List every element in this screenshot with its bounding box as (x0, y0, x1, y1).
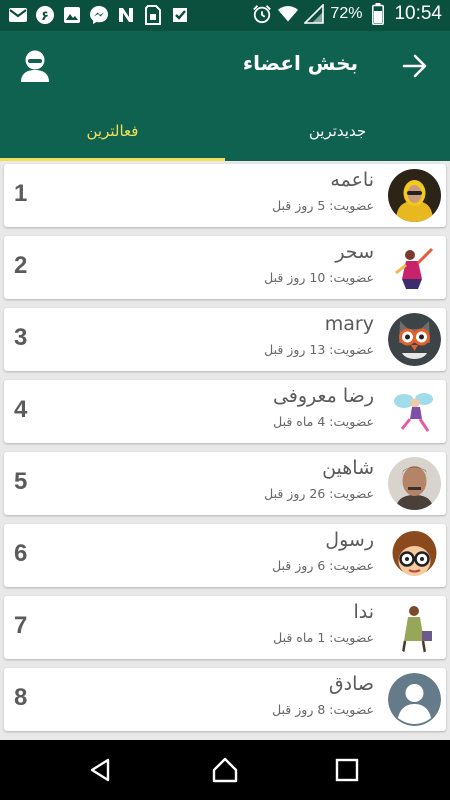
back-arrow-icon[interactable] (400, 51, 430, 81)
membership-duration: عضویت: 26 روز قبل (264, 486, 374, 501)
page-title: بخش اعضاء (242, 51, 358, 75)
rank-number: 5 (14, 468, 28, 495)
membership-duration: عضویت: 8 روز قبل (272, 702, 374, 717)
profile-icon[interactable] (18, 48, 52, 84)
battery-icon (368, 3, 388, 25)
rank-number: 8 (14, 684, 28, 711)
avatar (388, 457, 441, 510)
list-item[interactable]: 2 سحر عضویت: 10 روز قبل (4, 236, 446, 299)
list-item[interactable]: 7 ندا عضویت: 1 ماه قبل (4, 596, 446, 659)
member-name: سحر (335, 241, 374, 263)
list-item[interactable]: 4 رضا معروفی عضویت: 4 ماه قبل (4, 380, 446, 443)
membership-duration: عضویت: 6 روز قبل (272, 558, 374, 573)
sim-icon (143, 5, 163, 25)
default-user-icon (388, 673, 441, 726)
tab-newest[interactable]: جدیدترین (225, 101, 450, 161)
list-item[interactable]: 5 شاهین عضویت: 26 روز قبل (4, 452, 446, 515)
nav-recents-icon[interactable] (333, 756, 361, 784)
rank-number: 6 (14, 540, 28, 567)
member-list[interactable]: 1 ناعمه عضویت: 5 روز قبل 2 سحر عضویت: 10… (0, 161, 450, 740)
system-status: 72% 10:54 (252, 3, 442, 25)
news-icon (116, 5, 136, 25)
list-item[interactable]: 6 رسول عضویت: 6 روز قبل (4, 524, 446, 587)
app-bar: بخش اعضاء (0, 31, 450, 101)
rank-number: 3 (14, 324, 28, 351)
messenger-icon (89, 5, 109, 25)
avatar (388, 529, 441, 582)
alarm-icon (252, 4, 272, 24)
wifi-icon (278, 4, 299, 24)
app-6-icon: ۶ (35, 5, 55, 25)
rank-number: 7 (14, 612, 28, 639)
avatar (388, 169, 441, 222)
status-bar: ۶ 72% 10:54 (0, 0, 450, 31)
svg-text:۶: ۶ (41, 9, 49, 24)
rank-number: 4 (14, 396, 28, 423)
membership-duration: عضویت: 1 ماه قبل (273, 630, 374, 645)
list-item[interactable]: 8 صادق عضویت: 8 روز قبل (4, 668, 446, 731)
signal-icon (304, 4, 325, 24)
membership-duration: عضویت: 5 روز قبل (272, 198, 374, 213)
tab-bar: فعالترین جدیدترین (0, 101, 450, 161)
tab-most-active[interactable]: فعالترین (0, 101, 225, 161)
member-name: رسول (325, 529, 374, 551)
gmail-icon (8, 5, 28, 25)
member-name: صادق (328, 673, 374, 695)
battery-percent: 72% (330, 5, 363, 22)
list-item[interactable]: 3 mary عضویت: 13 روز قبل (4, 308, 446, 371)
system-nav-bar (0, 740, 450, 800)
avatar (388, 313, 441, 366)
member-name: ندا (353, 601, 374, 623)
membership-duration: عضویت: 10 روز قبل (264, 270, 374, 285)
nav-back-icon[interactable] (86, 756, 114, 784)
member-name: شاهین (322, 457, 374, 479)
rank-number: 1 (14, 180, 28, 207)
notification-icons: ۶ (8, 5, 190, 25)
clock: 10:54 (394, 3, 442, 24)
list-item[interactable]: 1 ناعمه عضویت: 5 روز قبل (4, 164, 446, 227)
membership-duration: عضویت: 13 روز قبل (264, 342, 374, 357)
check-icon (170, 5, 190, 25)
member-name: mary (324, 313, 374, 335)
member-name: رضا معروفی (272, 385, 374, 407)
nav-home-icon[interactable] (211, 756, 239, 784)
gallery-icon (62, 5, 82, 25)
avatar (388, 601, 441, 654)
member-name: ناعمه (330, 169, 374, 191)
rank-number: 2 (14, 252, 28, 279)
avatar (388, 241, 441, 294)
membership-duration: عضویت: 4 ماه قبل (273, 414, 374, 429)
avatar (388, 385, 441, 438)
